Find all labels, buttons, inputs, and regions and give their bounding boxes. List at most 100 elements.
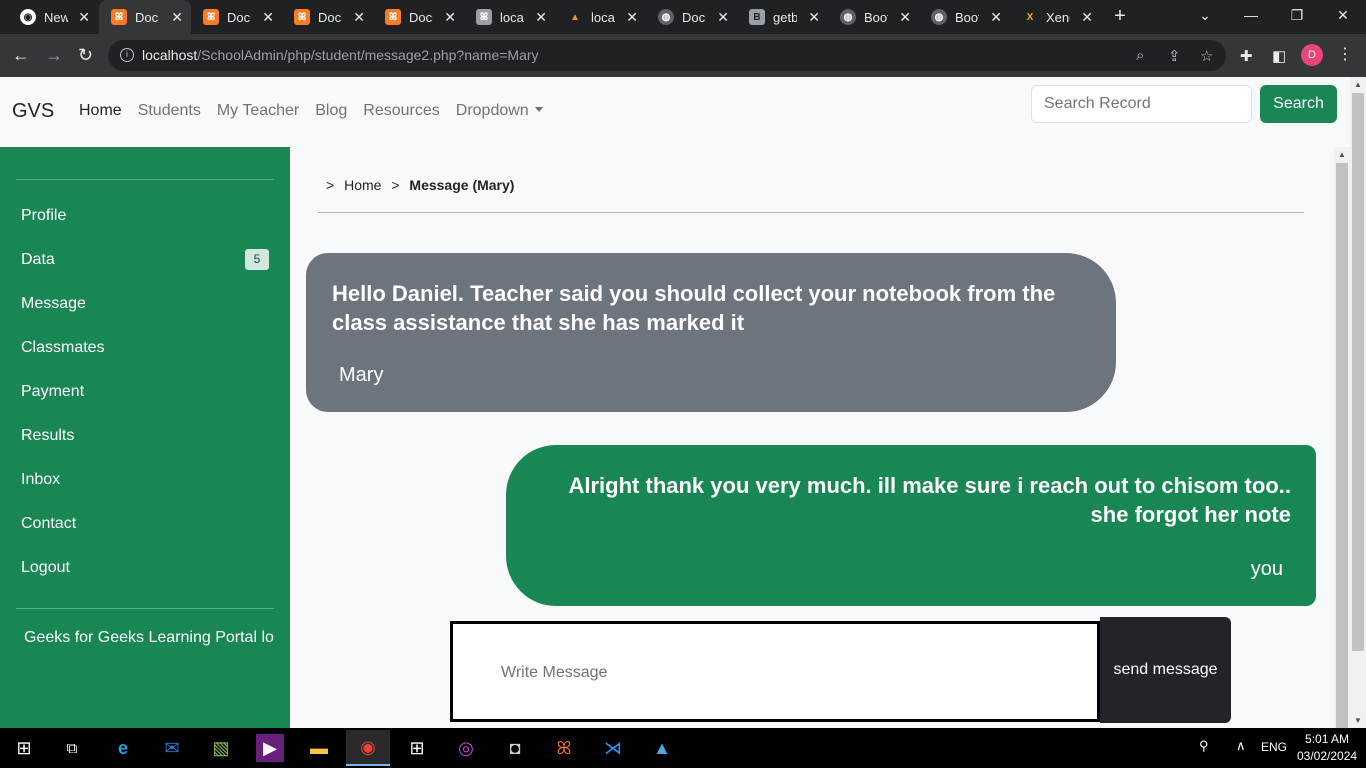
breadcrumb-home[interactable]: Home [344, 177, 381, 193]
incoming-message-bubble: Hello Daniel. Teacher said you should co… [306, 253, 1116, 412]
minimize-icon[interactable]: — [1228, 0, 1274, 30]
sidebar-divider [16, 179, 274, 180]
close-tab-icon[interactable]: ✕ [1081, 9, 1093, 26]
language-indicator[interactable]: ENG [1261, 740, 1287, 754]
search-input[interactable] [1031, 85, 1252, 123]
vscode-icon[interactable]: ⋊ [599, 734, 627, 762]
nav-home[interactable]: Home [79, 102, 122, 120]
system-clock[interactable]: 5:01 AM 03/02/2024 [1297, 731, 1357, 765]
sidebar-item-payment[interactable]: Payment [21, 383, 84, 401]
start-icon[interactable]: ⊞ [10, 734, 38, 762]
new-tab-icon[interactable]: + [1110, 5, 1130, 27]
panel-scrollbar[interactable]: ▲ [1334, 147, 1350, 728]
message-input[interactable]: Write Message [450, 621, 1100, 722]
browser-tab[interactable]: ꕤ Docu ✕ [373, 0, 464, 34]
send-message-button[interactable]: send message [1100, 617, 1231, 723]
scroll-up-icon[interactable]: ▲ [1338, 150, 1346, 159]
sidebar-item-classmates[interactable]: Classmates [21, 339, 105, 357]
close-tab-icon[interactable]: ✕ [626, 9, 638, 26]
sidebar-item-data[interactable]: Data [21, 251, 55, 269]
windows-taskbar: ⊞ ⧉ e ✉ ▧ ▶ ▬ ◉ ⊞ ◎ ◘ ꕤ ⋊ ▲ ⚲ ∧ ENG 5:01… [0, 728, 1366, 768]
scroll-thumb[interactable] [1336, 163, 1348, 728]
brand-logo[interactable]: GVS [12, 100, 54, 123]
task-view-icon[interactable]: ⧉ [58, 734, 86, 762]
browser-tab[interactable]: ◍ Docu ✕ [646, 0, 737, 34]
search-button[interactable]: Search [1260, 85, 1337, 123]
share-icon[interactable]: ⇪ [1168, 47, 1181, 65]
sidebar-item-profile[interactable]: Profile [21, 207, 66, 225]
chrome-taskbar-icon[interactable]: ◉ [346, 730, 390, 766]
wps-office-icon[interactable]: ◎ [452, 734, 480, 762]
wps-icon[interactable]: ▧ [207, 734, 235, 762]
message-panel: > Home > Message (Mary) Hello Daniel. Te… [290, 147, 1334, 728]
browser-tab[interactable]: ◉ New ✕ [8, 0, 98, 34]
browser-tab[interactable]: ◍ Boot ✕ [919, 0, 1010, 34]
close-tab-icon[interactable]: ✕ [899, 9, 911, 26]
close-tab-icon[interactable]: ✕ [990, 9, 1002, 26]
sidebar-item-logout[interactable]: Logout [21, 559, 70, 577]
zoom-icon[interactable]: ⌕ [1136, 47, 1144, 64]
close-tab-icon[interactable]: ✕ [78, 9, 90, 26]
site-info-icon[interactable]: i [120, 48, 134, 62]
file-explorer-icon[interactable]: ▬ [305, 734, 333, 762]
extensions-icon[interactable]: ✚ [1240, 47, 1253, 65]
profile-avatar[interactable]: D [1301, 44, 1323, 66]
nav-resources[interactable]: Resources [363, 102, 439, 120]
nav-my-teacher[interactable]: My Teacher [217, 102, 299, 120]
tray-chevron-icon[interactable]: ∧ [1236, 738, 1246, 754]
scroll-thumb[interactable] [1352, 93, 1364, 651]
browser-tab[interactable]: ◍ Boot ✕ [828, 0, 919, 34]
reload-icon[interactable]: ↻ [78, 45, 93, 65]
nav-students[interactable]: Students [138, 102, 201, 120]
url-text[interactable]: localhost/SchoolAdmin/php/student/messag… [142, 47, 539, 63]
mail-icon[interactable]: ✉ [158, 734, 186, 762]
forward-icon[interactable]: → [45, 45, 63, 65]
close-tab-icon[interactable]: ✕ [171, 9, 183, 26]
visual-studio-icon[interactable]: ▶ [256, 734, 284, 762]
outgoing-message-text: Alright thank you very much. ill make su… [568, 473, 1292, 527]
page-scrollbar[interactable]: ▲ ▼ [1350, 77, 1366, 728]
restore-icon[interactable]: ❐ [1274, 0, 1320, 30]
close-tab-icon[interactable]: ✕ [535, 9, 547, 26]
store-icon[interactable]: ⊞ [403, 734, 431, 762]
sidebar-item-results[interactable]: Results [21, 427, 74, 445]
browser-tab-active[interactable]: ꕤ Docu ✕ [99, 0, 191, 34]
browser-tab[interactable]: ꕤ Docu ✕ [191, 0, 282, 34]
browser-tab[interactable]: ꕤ Docu ✕ [282, 0, 373, 34]
globe-icon: ◍ [658, 9, 674, 25]
browser-tab[interactable]: B getb ✕ [737, 0, 828, 34]
close-window-icon[interactable]: ✕ [1320, 0, 1366, 30]
back-icon[interactable]: ← [12, 45, 30, 65]
nav-dropdown[interactable]: Dropdown [456, 102, 543, 120]
chrome-icon: ◉ [20, 9, 36, 25]
scroll-up-icon[interactable]: ▲ [1354, 80, 1362, 89]
close-tab-icon[interactable]: ✕ [444, 9, 456, 26]
sidebar-item-message[interactable]: Message [21, 295, 86, 313]
globe-icon: ◍ [840, 9, 856, 25]
camera-icon[interactable]: ◘ [501, 734, 529, 762]
menu-icon[interactable]: ⋮ [1337, 44, 1353, 64]
bookmark-star-icon[interactable]: ☆ [1200, 47, 1213, 65]
xampp-icon: ꕤ [294, 9, 310, 25]
tab-search-icon[interactable]: ⌄ [1182, 0, 1228, 30]
close-tab-icon[interactable]: ✕ [262, 9, 274, 26]
browser-tab[interactable]: X Xeno ✕ [1010, 0, 1101, 34]
browser-toolbar: ← → ↻ i localhost/SchoolAdmin/php/studen… [0, 34, 1366, 77]
browser-tab[interactable]: ꕤ local ✕ [464, 0, 555, 34]
sidebar-item-contact[interactable]: Contact [21, 515, 76, 533]
browser-tab[interactable]: ▲ local ✕ [555, 0, 646, 34]
close-tab-icon[interactable]: ✕ [717, 9, 729, 26]
scroll-down-icon[interactable]: ▼ [1354, 716, 1362, 725]
xampp-taskbar-icon[interactable]: ꕤ [550, 734, 578, 762]
caret-down-icon [534, 107, 543, 112]
photos-icon[interactable]: ▲ [648, 734, 676, 762]
people-icon[interactable]: ⚲ [1199, 738, 1209, 754]
sidebar-item-inbox[interactable]: Inbox [21, 471, 60, 489]
nav-blog[interactable]: Blog [315, 102, 347, 120]
edge-icon[interactable]: e [109, 734, 137, 762]
address-bar[interactable]: i localhost/SchoolAdmin/php/student/mess… [108, 40, 1226, 71]
side-panel-icon[interactable]: ◧ [1272, 47, 1286, 65]
close-tab-icon[interactable]: ✕ [353, 9, 365, 26]
close-tab-icon[interactable]: ✕ [808, 9, 820, 26]
sidebar: Profile Data 5 Message Classmates Paymen… [0, 147, 290, 728]
